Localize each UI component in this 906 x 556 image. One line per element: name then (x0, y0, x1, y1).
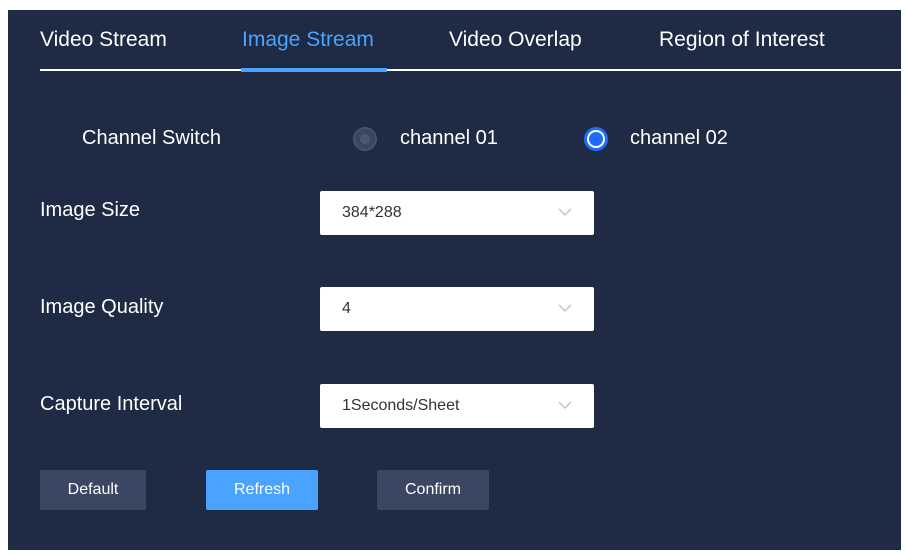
capture-interval-value: 1Seconds/Sheet (342, 397, 460, 414)
chevron-down-icon (558, 401, 572, 410)
active-tab-indicator (241, 68, 387, 72)
tab-image-stream[interactable]: Image Stream (242, 28, 374, 52)
image-quality-value: 4 (342, 300, 351, 317)
channel-02-radio[interactable] (584, 127, 608, 151)
image-size-select[interactable]: 384*288 (320, 191, 594, 235)
image-quality-select[interactable]: 4 (320, 287, 594, 331)
chevron-down-icon (558, 208, 572, 217)
image-size-label: Image Size (40, 199, 141, 221)
channel-01-label[interactable]: channel 01 (400, 127, 498, 150)
default-button[interactable]: Default (40, 470, 146, 510)
image-quality-label: Image Quality (40, 296, 164, 318)
confirm-button[interactable]: Confirm (377, 470, 489, 510)
tab-region-of-interest[interactable]: Region of Interest (659, 28, 825, 52)
channel-switch-label: Channel Switch (82, 127, 221, 149)
chevron-down-icon (558, 304, 572, 313)
channel-01-radio[interactable] (353, 127, 377, 151)
image-size-value: 384*288 (342, 204, 402, 221)
capture-interval-label: Capture Interval (40, 393, 183, 415)
capture-interval-select[interactable]: 1Seconds/Sheet (320, 384, 594, 428)
tab-video-stream[interactable]: Video Stream (40, 28, 167, 52)
image-stream-settings-panel: Video Stream Image Stream Video Overlap … (8, 10, 901, 550)
tab-bar: Video Stream Image Stream Video Overlap … (40, 10, 901, 72)
tab-video-overlap[interactable]: Video Overlap (449, 28, 582, 52)
refresh-button[interactable]: Refresh (206, 470, 318, 510)
tab-divider (40, 69, 901, 71)
channel-02-label[interactable]: channel 02 (630, 127, 728, 150)
